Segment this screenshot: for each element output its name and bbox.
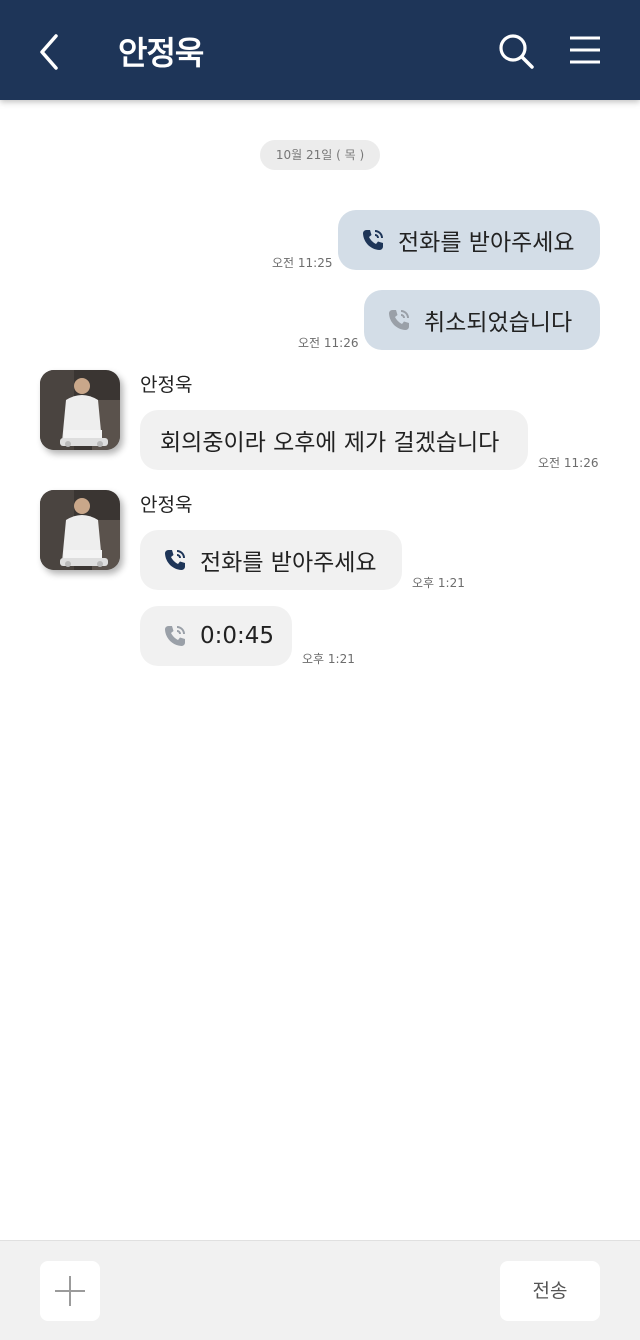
message-bubble-incoming[interactable]: 회의중이라 오후에 제가 걸겠습니다: [140, 410, 528, 470]
message-bubble-incoming[interactable]: 전화를 받아주세요: [140, 530, 402, 590]
back-arrow-icon[interactable]: [34, 32, 66, 72]
send-button[interactable]: 전송: [500, 1261, 600, 1321]
sender-name: 안정욱: [140, 494, 193, 516]
message-time: 오전 11:25: [272, 256, 333, 270]
date-separator: 10월 21일 ( 목 ): [260, 140, 380, 170]
message-time: 오전 11:26: [298, 336, 359, 350]
composer-bar: 전송: [0, 1240, 640, 1340]
message-text: 회의중이라 오후에 제가 걸겠습니다: [160, 430, 500, 456]
sender-name: 안정욱: [140, 374, 193, 396]
message-text: 전화를 받아주세요: [398, 230, 575, 256]
phone-call-dark-icon: [165, 550, 185, 570]
message-bubble-incoming[interactable]: 0:0:45: [140, 606, 292, 666]
app-header: 안정욱: [0, 0, 640, 100]
avatar[interactable]: [40, 370, 120, 450]
call-duration-text: 0:0:45: [200, 623, 275, 649]
message-text: 전화를 받아주세요: [200, 550, 377, 576]
phone-call-gray-icon: [389, 310, 409, 330]
message-time: 오후 1:21: [302, 652, 355, 666]
menu-icon[interactable]: [568, 34, 602, 66]
phone-call-dark-icon: [363, 230, 383, 250]
message-time: 오후 1:21: [412, 576, 465, 590]
message-text: 취소되었습니다: [424, 310, 573, 336]
phone-call-gray-icon: [165, 626, 185, 646]
chat-title: 안정욱: [118, 34, 204, 72]
search-icon[interactable]: [497, 32, 535, 70]
attach-button[interactable]: [40, 1261, 100, 1321]
plus-icon: [55, 1276, 85, 1306]
message-bubble-outgoing[interactable]: 전화를 받아주세요: [338, 210, 600, 270]
message-time: 오전 11:26: [538, 456, 599, 470]
avatar[interactable]: [40, 490, 120, 570]
message-bubble-outgoing[interactable]: 취소되었습니다: [364, 290, 600, 350]
